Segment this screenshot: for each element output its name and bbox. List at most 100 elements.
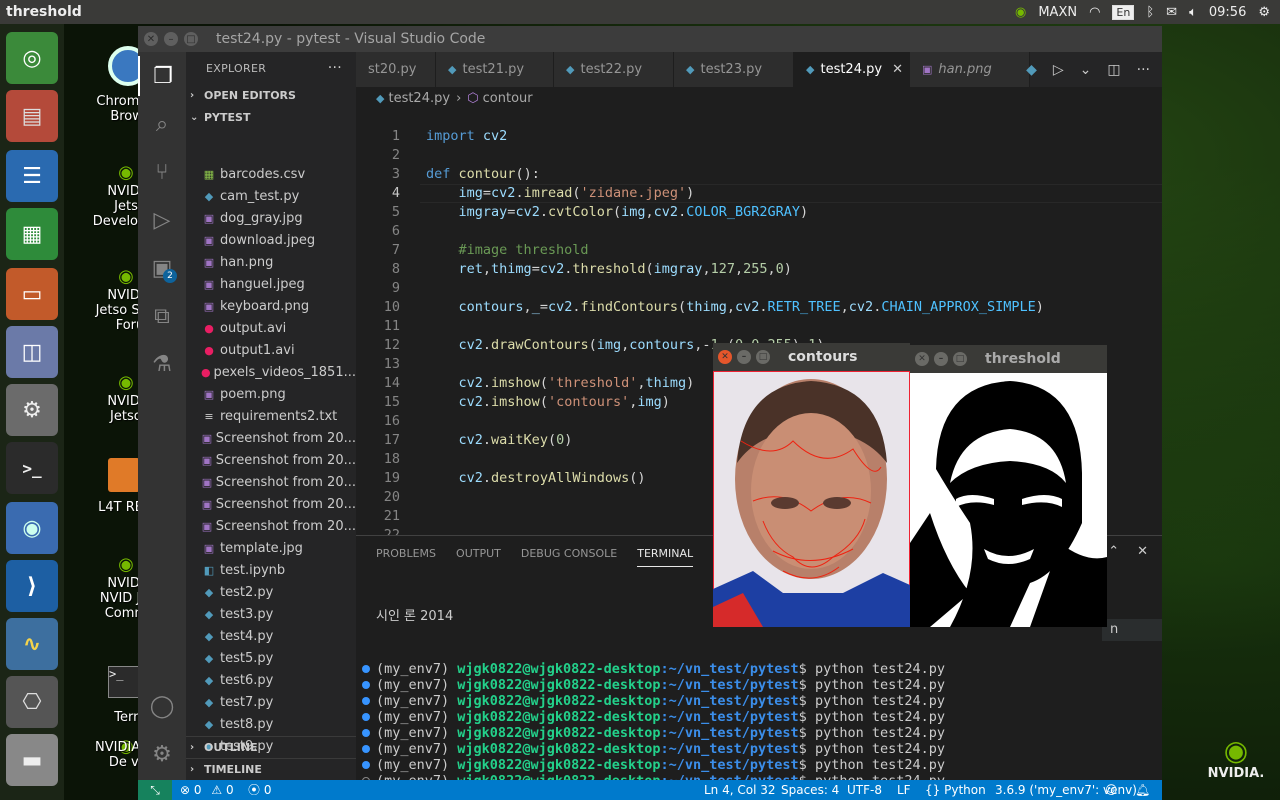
- outline-section[interactable]: › OUTLINE: [186, 736, 356, 758]
- account-icon[interactable]: ◯: [138, 686, 186, 726]
- maximize-panel-icon[interactable]: ⌃: [1108, 544, 1119, 559]
- power-mode[interactable]: MAXN: [1038, 5, 1077, 20]
- close-tab-icon[interactable]: ✕: [892, 62, 903, 77]
- file-tree-item[interactable]: ▣ template.jpg: [186, 537, 356, 559]
- editor-tab[interactable]: ◆ test24.py ✕: [794, 52, 910, 87]
- maximize-window-button[interactable]: □: [756, 350, 770, 364]
- file-tree-item[interactable]: ◆ test6.py: [186, 669, 356, 691]
- terminal-icon[interactable]: >_: [6, 442, 58, 494]
- command-status-dot-icon[interactable]: [362, 681, 370, 689]
- feedback-icon[interactable]: ☺: [1105, 780, 1118, 800]
- source-control-icon[interactable]: ⑂: [138, 152, 186, 192]
- remote-explorer-icon[interactable]: ⧉: [138, 296, 186, 336]
- panel-tab-terminal[interactable]: TERMINAL: [637, 547, 694, 567]
- writer-document-icon[interactable]: ☰: [6, 150, 58, 202]
- extensions-icon[interactable]: ▣ 2: [138, 248, 186, 288]
- close-window-button[interactable]: ✕: [915, 352, 929, 366]
- indentation[interactable]: Spaces: 4: [781, 780, 839, 800]
- file-tree-item[interactable]: ▣ dog_gray.jpg: [186, 207, 356, 229]
- wifi-icon[interactable]: ◠: [1089, 5, 1100, 20]
- file-tree-item[interactable]: ▣ Screenshot from 20...: [186, 471, 356, 493]
- calc-spreadsheet-icon[interactable]: ▦: [6, 208, 58, 260]
- panel-tab-output[interactable]: OUTPUT: [456, 547, 501, 560]
- open-editors-section[interactable]: › OPEN EDITORS: [186, 84, 356, 106]
- run-debug-icon[interactable]: ▷: [138, 200, 186, 240]
- run-file-icon[interactable]: ▷: [1053, 62, 1064, 78]
- file-tree-item[interactable]: ▦ barcodes.csv: [186, 164, 356, 185]
- clock[interactable]: 09:56: [1209, 5, 1246, 20]
- close-window-button[interactable]: ✕: [144, 32, 158, 46]
- close-window-button[interactable]: ✕: [718, 350, 732, 364]
- file-tree-item[interactable]: ▣ han.png: [186, 251, 356, 273]
- run-dropdown-chevron-icon[interactable]: ⌄: [1080, 62, 1092, 78]
- minimize-window-button[interactable]: –: [164, 32, 178, 46]
- more-actions-icon[interactable]: ···: [1137, 62, 1150, 78]
- file-tree-item[interactable]: ≡ requirements2.txt: [186, 405, 356, 427]
- timeline-section[interactable]: › TIMELINE: [186, 758, 356, 780]
- maximize-window-button[interactable]: □: [184, 32, 198, 46]
- file-tree-item[interactable]: ◆ test8.py: [186, 713, 356, 735]
- notifications-bell-icon[interactable]: 🔔︎: [1135, 780, 1150, 800]
- file-tree-item[interactable]: ◆ test5.py: [186, 647, 356, 669]
- python-icon[interactable]: ∿: [6, 618, 58, 670]
- file-tree-item[interactable]: ◧ test.ipynb: [186, 559, 356, 581]
- remote-indicator[interactable]: ⤡: [138, 780, 172, 800]
- screenshot-camera-icon[interactable]: ⎔: [6, 676, 58, 728]
- problems-indicator[interactable]: ⊗ 0 ⚠ 0: [180, 780, 234, 800]
- editor-tab[interactable]: ◆ test22.py: [554, 52, 674, 87]
- breadcrumb-symbol[interactable]: contour: [483, 91, 533, 106]
- breadcrumb-file[interactable]: test24.py: [388, 91, 450, 106]
- search-icon[interactable]: ⌕: [138, 104, 186, 144]
- panel-tab-problems[interactable]: PROBLEMS: [376, 547, 436, 560]
- ubuntu-logo-icon[interactable]: ◎: [6, 32, 58, 84]
- command-status-dot-icon[interactable]: [362, 745, 370, 753]
- explorer-icon[interactable]: ❐: [138, 56, 186, 96]
- file-tree-item[interactable]: ▣ Screenshot from 20...: [186, 427, 356, 449]
- chromium-icon[interactable]: ◉: [6, 502, 58, 554]
- bluetooth-icon[interactable]: ᛒ: [1146, 5, 1154, 20]
- file-tree-item[interactable]: ◆ test2.py: [186, 581, 356, 603]
- file-tree-item[interactable]: ◆ test4.py: [186, 625, 356, 647]
- file-tree-item[interactable]: ▣ download.jpeg: [186, 229, 356, 251]
- file-tree-item[interactable]: ● output1.avi: [186, 339, 356, 361]
- panel-tab-debug-console[interactable]: DEBUG CONSOLE: [521, 547, 617, 560]
- file-tree-item[interactable]: ▣ hanguel.jpeg: [186, 273, 356, 295]
- editor-tab[interactable]: ◆ test21.py: [436, 52, 554, 87]
- system-settings-icon[interactable]: ⚙: [6, 384, 58, 436]
- file-tree-item[interactable]: ● pexels_videos_1851...: [186, 361, 356, 383]
- python-run-icon[interactable]: ◆: [1026, 62, 1037, 78]
- settings-gear-icon[interactable]: ⚙: [1258, 5, 1270, 20]
- file-cabinet-icon[interactable]: ▤: [6, 90, 58, 142]
- editor-tab[interactable]: ◆ test23.py: [674, 52, 794, 87]
- editor-tab[interactable]: st20.py: [356, 52, 436, 87]
- manage-gear-icon[interactable]: ⚙: [138, 734, 186, 774]
- encoding[interactable]: UTF-8: [847, 780, 882, 800]
- folder-section[interactable]: ⌄ PYTEST: [186, 106, 356, 128]
- file-tree-item[interactable]: ◆ test7.py: [186, 691, 356, 713]
- command-status-dot-icon[interactable]: [362, 729, 370, 737]
- ports-indicator[interactable]: ⦿ 0: [248, 780, 271, 800]
- software-bag-icon[interactable]: ◫: [6, 326, 58, 378]
- maximize-window-button[interactable]: □: [953, 352, 967, 366]
- file-tree-item[interactable]: ▣ Screenshot from 20...: [186, 493, 356, 515]
- file-tree-item[interactable]: ◆ cam_test.py: [186, 185, 356, 207]
- language-mode[interactable]: {} Python: [925, 780, 986, 800]
- editor-tab[interactable]: ▣ han.png: [910, 52, 1030, 87]
- split-editor-icon[interactable]: ◫: [1107, 62, 1120, 78]
- close-panel-icon[interactable]: ✕: [1137, 544, 1148, 559]
- testing-flask-icon[interactable]: ⚗: [138, 344, 186, 384]
- minimize-window-button[interactable]: –: [737, 350, 751, 364]
- nvidia-tray-icon[interactable]: ◉: [1015, 5, 1026, 20]
- mail-icon[interactable]: ✉: [1166, 5, 1177, 20]
- command-status-dot-icon[interactable]: [362, 761, 370, 769]
- end-of-line[interactable]: LF: [897, 780, 911, 800]
- file-tree-item[interactable]: ◆ test3.py: [186, 603, 356, 625]
- volume-icon[interactable]: 🔈︎: [1189, 5, 1197, 20]
- minimize-window-button[interactable]: –: [934, 352, 948, 366]
- command-status-dot-icon[interactable]: [362, 713, 370, 721]
- file-tree-item[interactable]: ● output.avi: [186, 317, 356, 339]
- file-tree-item[interactable]: ▣ Screenshot from 20...: [186, 449, 356, 471]
- keyboard-layout[interactable]: En: [1112, 4, 1135, 20]
- vscode-icon[interactable]: ⟩: [6, 560, 58, 612]
- file-tree-item[interactable]: ▣ Screenshot from 20...: [186, 515, 356, 537]
